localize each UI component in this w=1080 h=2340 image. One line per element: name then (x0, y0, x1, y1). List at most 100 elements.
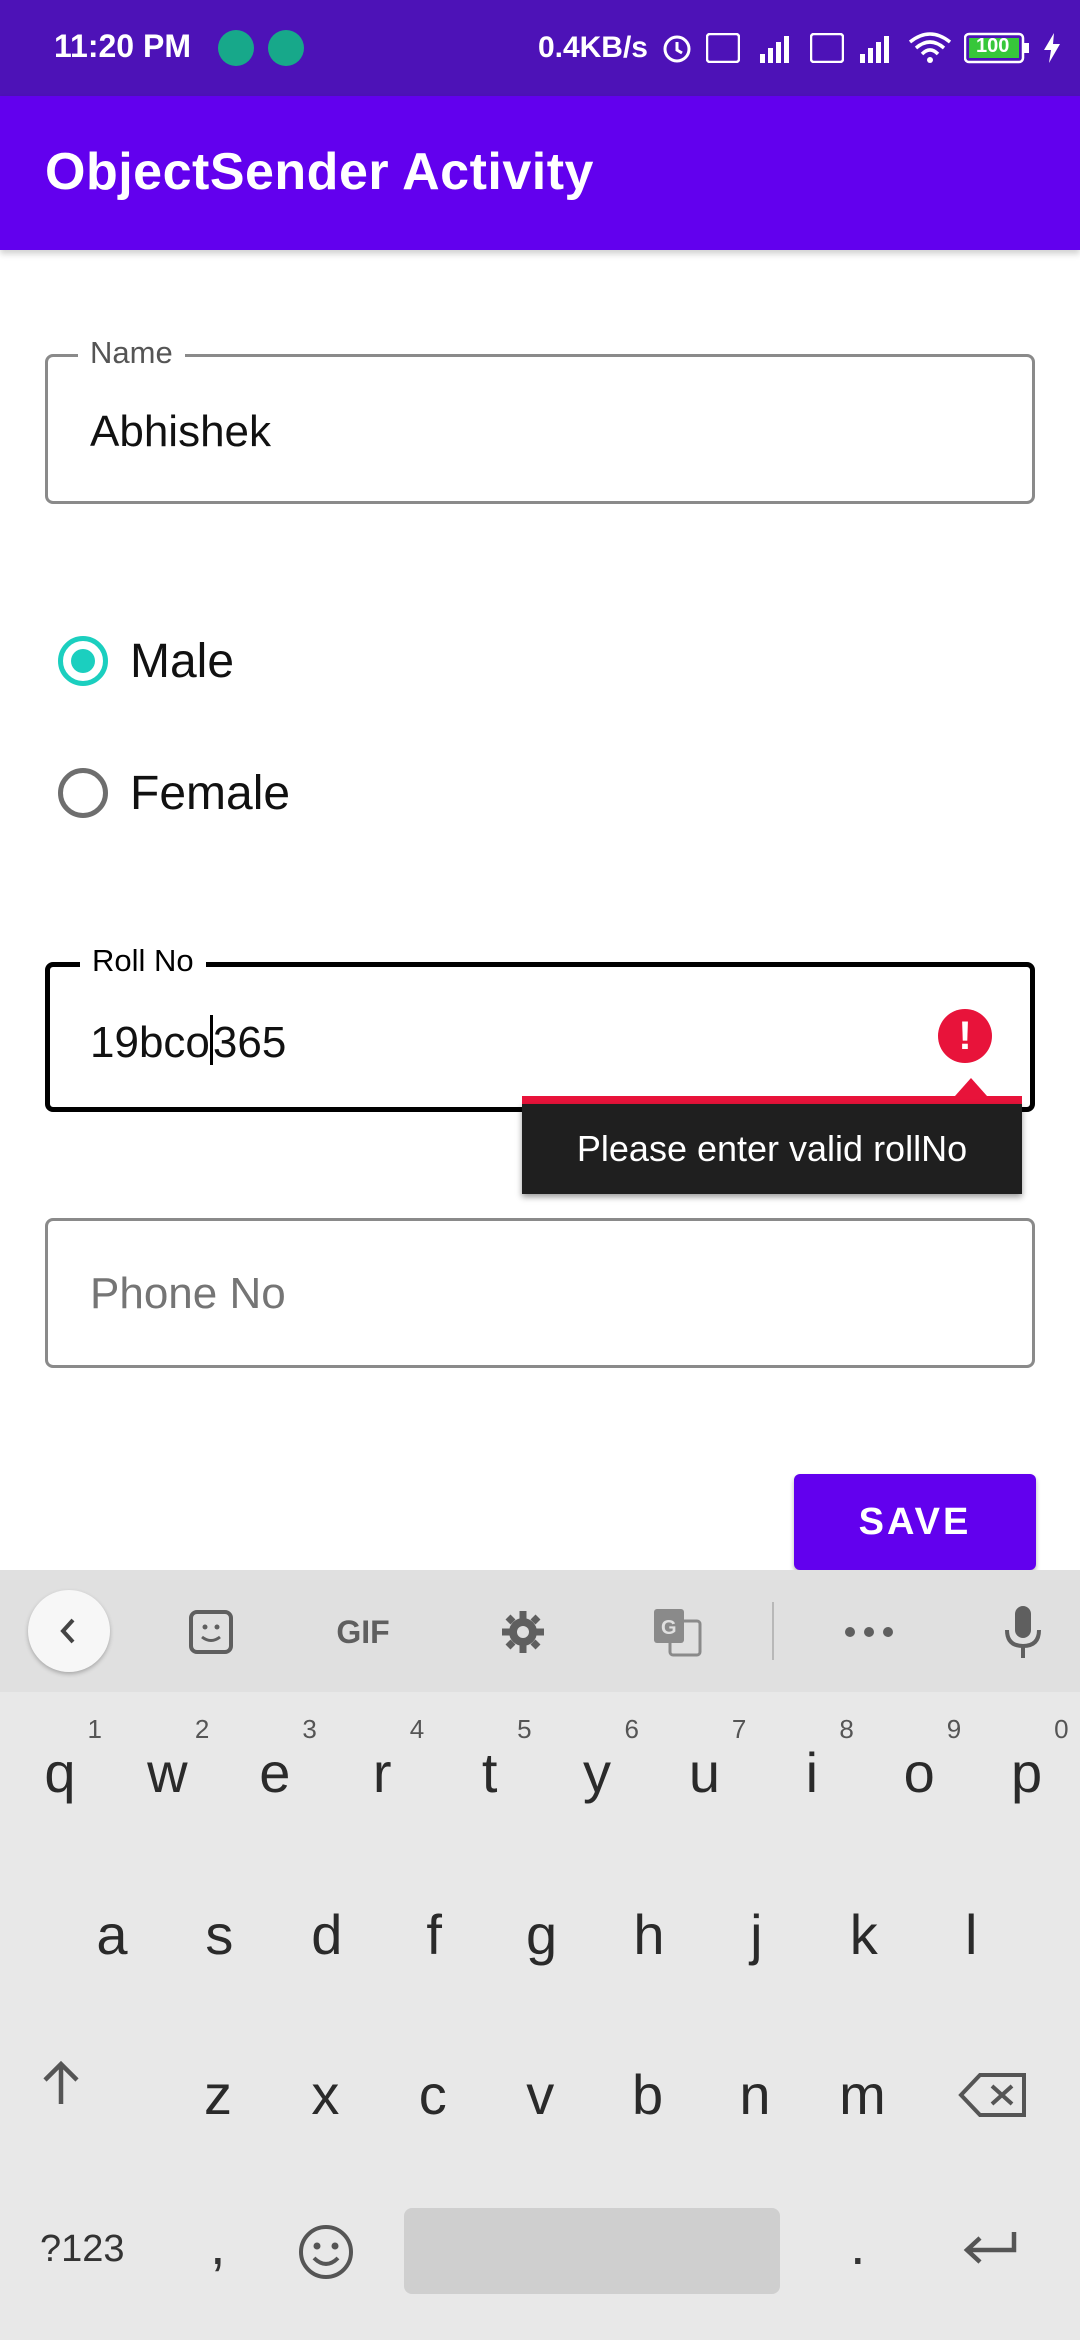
key-number-hint: 9 (946, 1714, 962, 1744)
key-a[interactable]: a (64, 1862, 160, 2002)
key-w[interactable]: w2 (119, 1700, 215, 1840)
name-field-label: Name (78, 335, 185, 371)
key-letter: h (633, 1903, 665, 1966)
enter-key[interactable] (960, 2228, 1020, 2273)
error-tooltip: Please enter valid rollNo (522, 1104, 1022, 1194)
key-letter: t (481, 1741, 498, 1804)
key-number-hint: 8 (839, 1714, 854, 1744)
key-letter: o (903, 1741, 935, 1804)
keyboard-back-button[interactable] (28, 1590, 110, 1672)
key-y[interactable]: y6 (549, 1700, 645, 1840)
radio-button-unchecked[interactable] (58, 768, 108, 818)
sticker-icon (189, 1610, 233, 1654)
key-e[interactable]: e3 (227, 1700, 323, 1840)
shift-arrow-icon (43, 2060, 79, 2104)
key-letter: s (205, 1903, 234, 1966)
page-title: ObjectSender Activity (45, 143, 594, 201)
key-j[interactable]: j (708, 1862, 804, 2002)
key-letter: i (805, 1741, 819, 1804)
key-letter: m (839, 2063, 886, 2126)
error-tooltip-arrow (955, 1078, 987, 1096)
translate-button[interactable]: G (642, 1600, 712, 1664)
key-k[interactable]: k (816, 1862, 912, 2002)
key-letter: y (583, 1741, 611, 1804)
gif-button[interactable]: GIF (328, 1600, 398, 1664)
period-key[interactable]: . (850, 2212, 866, 2277)
key-r[interactable]: r4 (334, 1700, 430, 1840)
key-number-hint: 0 (1054, 1714, 1069, 1744)
gif-label: GIF (336, 1613, 390, 1650)
key-g[interactable]: g (494, 1862, 590, 2002)
key-letter: p (1011, 1741, 1043, 1804)
more-options-button[interactable] (834, 1600, 904, 1664)
key-n[interactable]: n (707, 2022, 803, 2162)
space-key[interactable] (404, 2208, 780, 2294)
key-letter: x (311, 2063, 340, 2126)
key-b[interactable]: b (600, 2022, 696, 2162)
settings-button[interactable] (488, 1600, 558, 1664)
key-t[interactable]: t5 (442, 1700, 538, 1840)
key-x[interactable]: x (277, 2022, 373, 2162)
microphone-icon (1005, 1606, 1041, 1658)
chevron-left-icon (60, 1618, 75, 1644)
status-time: 11:20 PM (54, 28, 191, 64)
backspace-key[interactable] (958, 2072, 1028, 2123)
gender-radio-female[interactable]: Female (58, 753, 290, 833)
key-q[interactable]: q1 (12, 1700, 108, 1840)
wifi-icon (908, 32, 952, 64)
name-field[interactable]: Name Abhishek (45, 335, 1035, 504)
key-z[interactable]: z (170, 2022, 266, 2162)
key-v[interactable]: v (492, 2022, 588, 2162)
key-number-hint: 6 (624, 1714, 639, 1744)
symbols-key[interactable]: ?123 (40, 2228, 125, 2271)
app-bar: ObjectSender Activity (0, 96, 1080, 250)
emoji-key[interactable] (296, 2222, 356, 2287)
radio-label-female: Female (130, 766, 291, 820)
key-letter: u (688, 1741, 720, 1804)
smiley-icon (299, 2225, 353, 2279)
key-letter: n (739, 2063, 771, 2126)
key-i[interactable]: i8 (764, 1700, 860, 1840)
key-letter: g (526, 1903, 558, 1966)
gender-radio-male[interactable]: Male (58, 621, 234, 701)
signal-icon (752, 32, 798, 64)
shift-key[interactable] (36, 2058, 86, 2113)
backspace-icon (958, 2073, 1026, 2117)
sticker-button[interactable] (176, 1600, 246, 1664)
translate-icon: G (654, 1609, 702, 1657)
key-d[interactable]: d (279, 1862, 375, 2002)
key-s[interactable]: s (171, 1862, 267, 2002)
key-c[interactable]: c (385, 2022, 481, 2162)
key-letter: c (418, 2063, 447, 2126)
key-m[interactable]: m (814, 2022, 910, 2162)
radio-button-checked[interactable] (58, 636, 108, 686)
volte-icon (706, 33, 740, 63)
key-h[interactable]: h (601, 1862, 697, 2002)
status-bar: 11:20 PM 0.4KB/s 100 (0, 0, 1080, 96)
roll-no-field-label: Roll No (80, 943, 206, 979)
name-field-value: Abhishek (90, 407, 272, 456)
key-u[interactable]: u7 (656, 1700, 752, 1840)
key-letter: b (632, 2063, 664, 2126)
key-letter: q (44, 1741, 76, 1804)
signal-icon (856, 32, 896, 64)
volte-icon (810, 33, 844, 63)
voice-input-button[interactable] (988, 1600, 1058, 1664)
roll-no-field[interactable]: Roll No 19bco365 ! (45, 943, 1035, 1112)
key-letter: f (426, 1903, 442, 1966)
key-p[interactable]: p0 (979, 1700, 1075, 1840)
charging-icon (1042, 32, 1062, 64)
key-o[interactable]: o9 (871, 1700, 967, 1840)
key-number-hint: 3 (302, 1714, 317, 1744)
radio-label-male: Male (130, 634, 235, 688)
comma-key[interactable]: , (210, 2212, 226, 2277)
key-number-hint: 7 (731, 1714, 747, 1744)
key-f[interactable]: f (386, 1862, 482, 2002)
network-speed: 0.4KB/s (537, 31, 648, 64)
save-button[interactable]: SAVE (794, 1474, 1036, 1570)
battery-level: 100 (976, 35, 1010, 57)
key-l[interactable]: l (923, 1862, 1019, 2002)
battery-icon: 100 (964, 32, 1030, 64)
error-underline (522, 1096, 1022, 1104)
phone-field[interactable]: Phone No (45, 1218, 1035, 1368)
